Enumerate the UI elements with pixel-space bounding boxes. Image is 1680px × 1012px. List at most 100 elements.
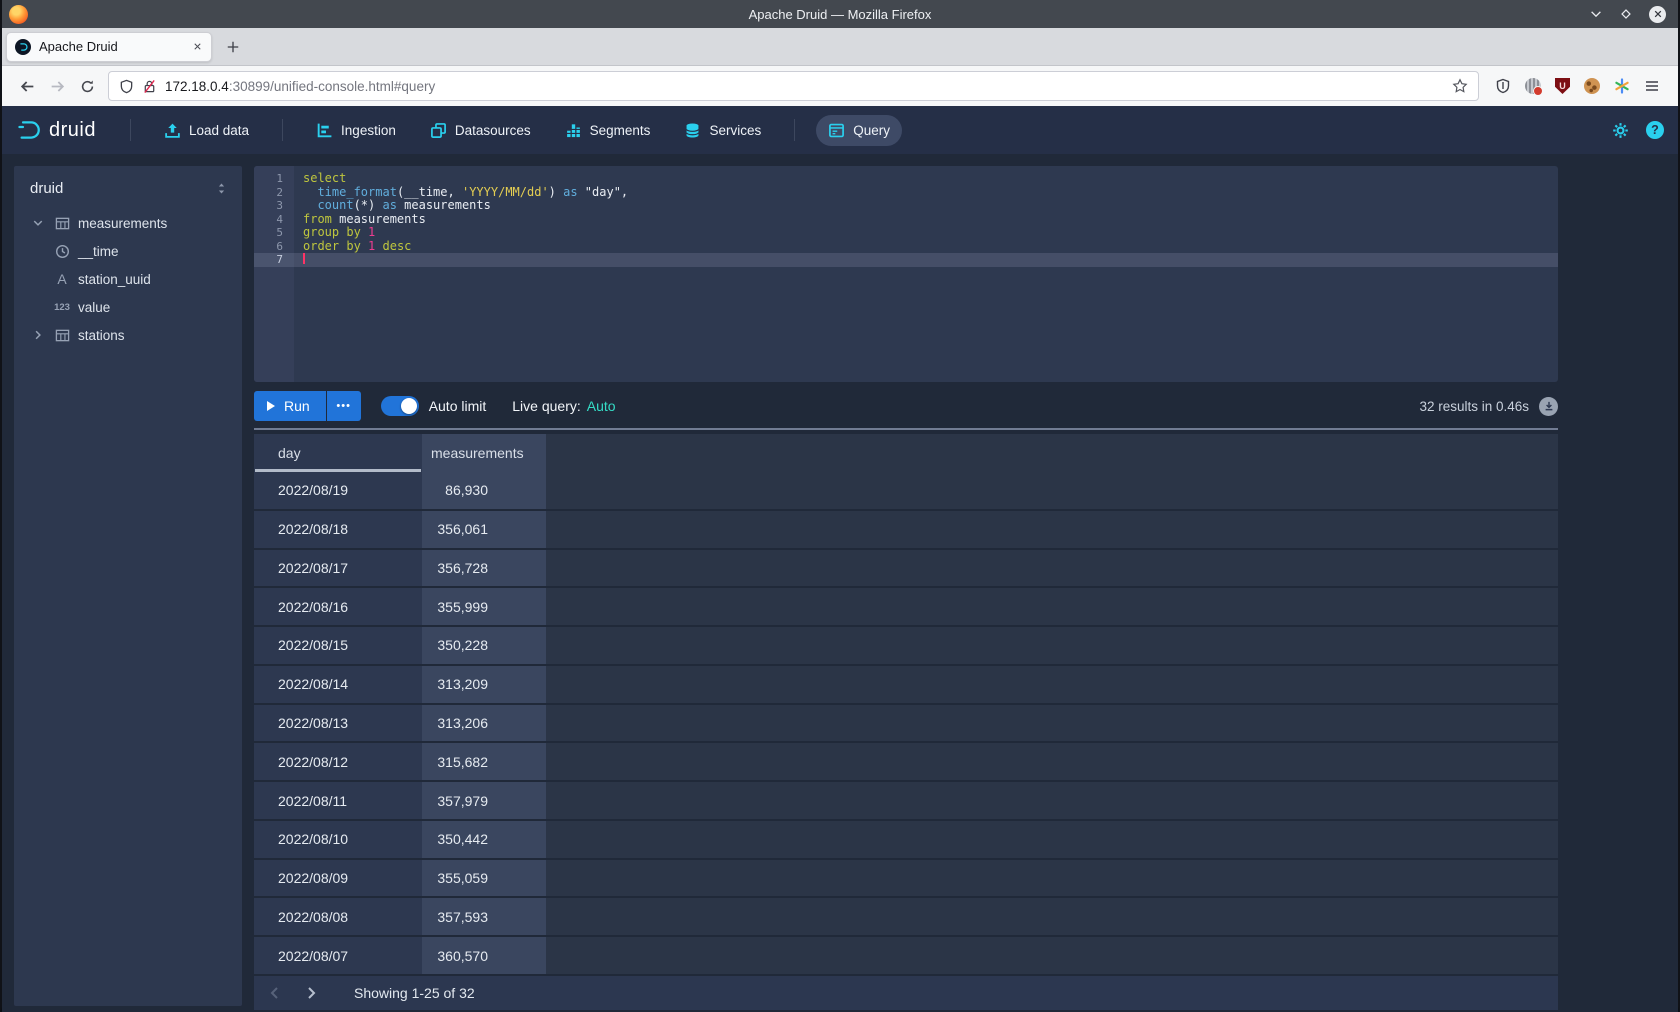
tree-item-station-uuid[interactable]: Astation_uuid — [14, 265, 242, 293]
cell-measurements[interactable]: 350,228 — [422, 627, 546, 664]
nav-item-load-data[interactable]: Load data — [152, 115, 261, 146]
tree-item--time[interactable]: __time — [14, 237, 242, 265]
multicolor-asterisk-icon[interactable] — [1614, 78, 1630, 94]
nav-item-query[interactable]: Query — [816, 115, 902, 146]
reload-icon[interactable] — [72, 71, 102, 101]
results-splitter[interactable] — [254, 428, 1558, 430]
menu-hamburger-icon[interactable] — [1644, 78, 1660, 94]
proxy-circle-icon[interactable] — [1525, 78, 1541, 94]
cell-measurements[interactable]: 355,999 — [422, 588, 546, 625]
code-token: time_format — [317, 185, 396, 199]
chevron-right-icon[interactable] — [30, 329, 46, 341]
cell-day[interactable]: 2022/08/08 — [254, 898, 422, 935]
gear-icon[interactable] — [1611, 121, 1630, 140]
row-filler — [546, 705, 1558, 742]
cell-day[interactable]: 2022/08/14 — [254, 666, 422, 703]
druid-logo[interactable]: druid — [16, 117, 96, 143]
table-row: 2022/08/16355,999 — [254, 588, 1558, 627]
cell-day[interactable]: 2022/08/13 — [254, 705, 422, 742]
druid-logo-icon — [16, 117, 42, 143]
auto-limit-toggle[interactable] — [381, 396, 419, 416]
forward-icon[interactable] — [42, 71, 72, 101]
cookie-icon[interactable] — [1584, 78, 1600, 94]
nav-item-datasources[interactable]: Datasources — [418, 115, 543, 146]
download-icon[interactable] — [1539, 397, 1558, 416]
browser-toolbar: 172.18.0.4:30899/unified-console.html#qu… — [2, 66, 1678, 106]
cell-day[interactable]: 2022/08/09 — [254, 860, 422, 897]
cell-measurements[interactable]: 356,061 — [422, 511, 546, 548]
close-icon[interactable] — [1649, 6, 1666, 23]
tab-title: Apache Druid — [39, 39, 192, 54]
shade-chevron-icon[interactable] — [1589, 7, 1603, 21]
double-caret-icon — [215, 182, 228, 195]
prev-page-icon[interactable] — [260, 978, 290, 1008]
table-icon — [54, 328, 70, 343]
nav-item-ingestion[interactable]: Ingestion — [304, 115, 408, 146]
bookmark-star-icon[interactable] — [1452, 78, 1468, 94]
schema-selector[interactable]: druid — [14, 166, 242, 209]
maximize-diamond-icon[interactable] — [1619, 7, 1633, 21]
shield-extension-icon[interactable] — [1495, 78, 1511, 94]
tab-apache-druid[interactable]: Apache Druid — [6, 32, 212, 62]
back-icon[interactable] — [12, 71, 42, 101]
cell-measurements[interactable]: 86,930 — [422, 472, 546, 509]
run-more-button[interactable]: ••• — [327, 391, 361, 421]
cell-day[interactable]: 2022/08/19 — [254, 472, 422, 509]
url-input[interactable]: 172.18.0.4:30899/unified-console.html#qu… — [108, 71, 1479, 101]
table-row: 2022/08/13313,206 — [254, 705, 1558, 744]
code-token: as — [563, 185, 577, 199]
cell-measurements[interactable]: 356,728 — [422, 550, 546, 587]
cell-measurements[interactable]: 350,442 — [422, 821, 546, 858]
help-icon[interactable]: ? — [1646, 121, 1664, 139]
cell-measurements[interactable]: 355,059 — [422, 860, 546, 897]
column-header-day[interactable]: day — [254, 434, 422, 472]
cell-day[interactable]: 2022/08/15 — [254, 627, 422, 664]
cell-value: 357,593 — [430, 909, 488, 925]
number-123-icon: 123 — [54, 302, 70, 313]
column-header-measurements[interactable]: measurements — [422, 434, 546, 472]
sql-editor[interactable]: 1234567 select time_format(__time, 'YYYY… — [254, 166, 1558, 382]
nav-item-segments[interactable]: Segments — [553, 115, 663, 146]
cell-measurements[interactable]: 357,593 — [422, 898, 546, 935]
tree-item-stations[interactable]: stations — [14, 321, 242, 349]
code-line-2: time_format(__time, 'YYYY/MM/dd') as "da… — [294, 186, 1558, 200]
code-token: group by — [303, 225, 361, 239]
cell-day[interactable]: 2022/08/18 — [254, 511, 422, 548]
chevron-down-icon[interactable] — [30, 217, 46, 229]
tab-close-icon[interactable] — [192, 41, 203, 52]
tree-item-value[interactable]: 123value — [14, 293, 242, 321]
clock-icon — [54, 244, 70, 259]
cell-measurements[interactable]: 313,206 — [422, 705, 546, 742]
cell-measurements[interactable]: 357,979 — [422, 782, 546, 819]
cell-measurements[interactable]: 360,570 — [422, 937, 546, 974]
tree-label: station_uuid — [78, 272, 151, 287]
row-filler — [546, 511, 1558, 548]
druid-favicon-icon — [15, 39, 31, 55]
cell-day[interactable]: 2022/08/11 — [254, 782, 422, 819]
segments-icon — [565, 122, 582, 139]
nav-item-services[interactable]: Services — [672, 115, 773, 146]
new-tab-button[interactable] — [226, 40, 240, 54]
result-summary: 32 results in 0.46s — [1419, 399, 1529, 414]
ublock-icon[interactable]: U — [1555, 78, 1570, 94]
cell-day[interactable]: 2022/08/07 — [254, 937, 422, 974]
run-button[interactable]: Run — [254, 391, 326, 421]
code-token: (*) — [354, 198, 383, 212]
table-row: 2022/08/17356,728 — [254, 550, 1558, 589]
tree-item-measurements[interactable]: measurements — [14, 209, 242, 237]
cell-measurements[interactable]: 313,209 — [422, 666, 546, 703]
live-query-value[interactable]: Auto — [587, 398, 616, 414]
next-page-icon[interactable] — [296, 978, 326, 1008]
url-path: :30899/unified-console.html#query — [229, 79, 435, 94]
insecure-lock-icon[interactable] — [142, 79, 157, 94]
cell-day[interactable]: 2022/08/10 — [254, 821, 422, 858]
cell-day[interactable]: 2022/08/16 — [254, 588, 422, 625]
cell-day[interactable]: 2022/08/17 — [254, 550, 422, 587]
tracking-shield-icon[interactable] — [119, 79, 134, 94]
cell-value: 356,061 — [430, 521, 488, 537]
druid-console: druid measurements__timeAstation_uuid123… — [2, 154, 1678, 1012]
cell-day[interactable]: 2022/08/12 — [254, 743, 422, 780]
cell-measurements[interactable]: 315,682 — [422, 743, 546, 780]
table-row: 2022/08/09355,059 — [254, 860, 1558, 899]
url-host: 172.18.0.4 — [165, 79, 229, 94]
